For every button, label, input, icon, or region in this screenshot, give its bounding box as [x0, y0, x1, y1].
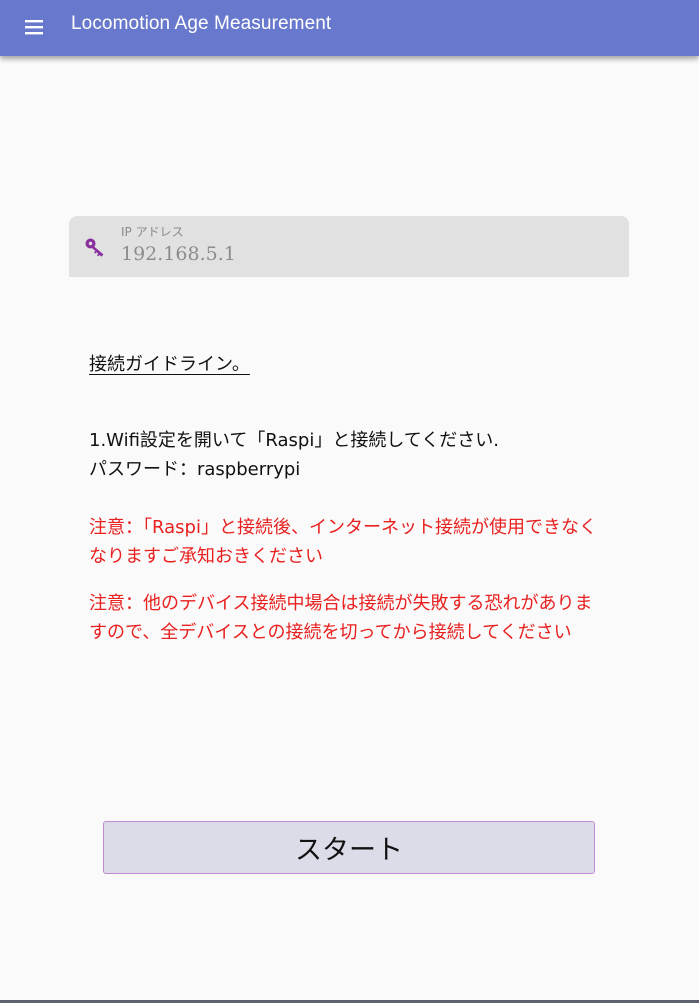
- start-button[interactable]: スタート: [103, 821, 595, 874]
- key-icon: [84, 235, 108, 259]
- ip-address-input[interactable]: [119, 240, 603, 268]
- app-title: Locomotion Age Measurement: [71, 13, 332, 34]
- ip-address-label: IP アドレス: [121, 225, 184, 239]
- guide-heading: 接続ガイドライン。: [89, 354, 250, 375]
- ip-address-field[interactable]: IP アドレス: [69, 216, 629, 277]
- notice-internet-unavailable: 注意：「Raspi」と接続後、インターネット接続が使用できなくなりますご承知おき…: [89, 517, 597, 567]
- app-bar: Locomotion Age Measurement: [0, 0, 699, 56]
- notice-disconnect-devices: 注意：他のデバイス接続中場合は接続が失敗する恐れがありますので、全デバイスとの接…: [89, 593, 593, 643]
- hamburger-menu-icon[interactable]: [18, 14, 50, 42]
- wifi-step-text: 1.Wifi設定を開いて「Raspi」と接続してください. パスワード：rasp…: [89, 430, 499, 480]
